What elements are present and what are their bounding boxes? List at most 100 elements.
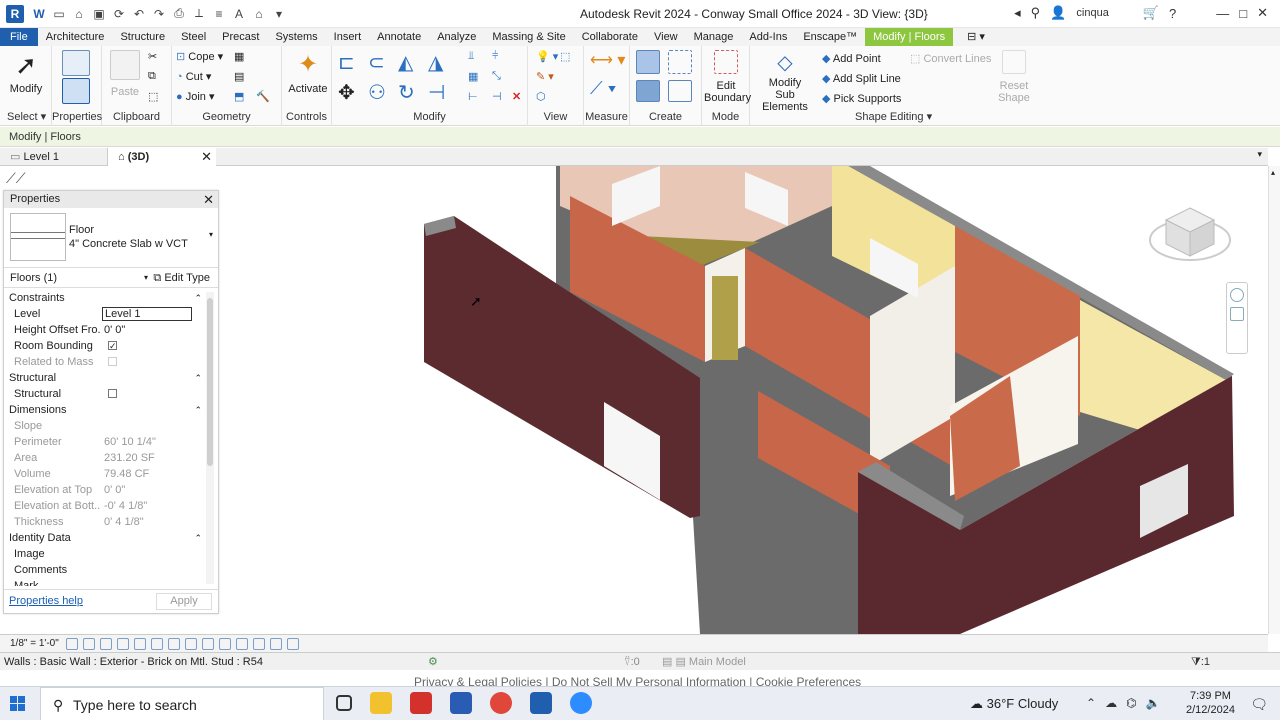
join-button[interactable]: ● Join ▾ — [176, 90, 214, 103]
trim-icon[interactable]: ⊣ — [428, 80, 445, 105]
room-bounding-checkbox[interactable] — [108, 338, 117, 354]
rotate-icon[interactable]: ↻ — [398, 80, 415, 105]
collapse-icon[interactable]: ⌃ — [194, 402, 202, 418]
close-view-icon[interactable]: ✕ — [201, 148, 212, 166]
properties-help-link[interactable]: Properties help — [9, 595, 83, 607]
detail-level-icon[interactable] — [66, 638, 78, 650]
create-parts-icon[interactable] — [668, 50, 692, 77]
workset-icon[interactable]: ⚙ — [428, 653, 438, 671]
add-point-button[interactable]: ◆ Add Point — [822, 52, 881, 65]
tab-massing-site[interactable]: Massing & Site — [484, 28, 573, 46]
type-properties-icon[interactable] — [62, 50, 90, 79]
delete-icon[interactable]: ✕ — [512, 90, 521, 103]
type-selector[interactable]: Floor 4" Concrete Slab w VCT ▾ — [4, 208, 218, 268]
tray-chevron-icon[interactable]: ⌃ — [1086, 696, 1096, 710]
cart-icon[interactable]: 🛒 — [1143, 5, 1159, 21]
tab-collaborate[interactable]: Collaborate — [574, 28, 646, 46]
close-icon[interactable]: ✕ — [1257, 5, 1268, 21]
demolish-icon[interactable]: 🔨 — [256, 90, 270, 103]
revit-logo-icon[interactable]: R — [6, 4, 24, 23]
copy-element-icon[interactable]: ⚇ — [368, 80, 386, 105]
taskbar-search[interactable]: ⚲ Type here to search — [40, 687, 324, 720]
tab-architecture[interactable]: Architecture — [38, 28, 113, 46]
word-app-icon[interactable] — [450, 692, 472, 714]
instance-filter[interactable]: Floors (1) — [10, 272, 57, 284]
collapse-icon[interactable]: ⌃ — [194, 530, 202, 546]
measure-distance-icon[interactable]: ⟷ ▾ — [590, 50, 625, 70]
section-structural[interactable]: Structural ⌃ — [4, 370, 208, 386]
back-icon[interactable]: ◂ — [1014, 5, 1021, 21]
align-icon[interactable]: ⊏ — [338, 50, 355, 75]
crop-view-icon[interactable] — [151, 638, 163, 650]
rendering-icon[interactable] — [134, 638, 146, 650]
paint-icon[interactable]: ⬒ — [234, 90, 244, 103]
split-face-icon[interactable]: ▤ — [234, 70, 244, 83]
viewcube[interactable] — [1148, 200, 1232, 270]
tab-precast[interactable]: Precast — [214, 28, 267, 46]
tab-view[interactable]: View — [646, 28, 686, 46]
zoom-app-icon[interactable] — [570, 692, 592, 714]
vertical-scrollbar[interactable]: ▴ — [1268, 166, 1280, 634]
sun-path-icon[interactable] — [100, 638, 112, 650]
design-options-icon[interactable]: ⍢ — [624, 656, 631, 668]
scroll-thumb[interactable] — [207, 298, 213, 466]
edit-boundary-button[interactable]: Edit Boundary — [704, 50, 751, 104]
height-offset-field[interactable]: 0' 0" — [102, 322, 206, 338]
collapse-icon[interactable]: ⌃ — [194, 370, 202, 386]
properties-icon[interactable] — [62, 78, 90, 107]
apply-button[interactable]: Apply — [156, 593, 212, 610]
user-icon[interactable]: 👤 — [1050, 5, 1066, 21]
tab-annotate[interactable]: Annotate — [369, 28, 429, 46]
file-explorer-icon[interactable] — [370, 692, 392, 714]
unpin-icon[interactable]: ⊣ — [492, 90, 502, 103]
section-constraints[interactable]: Constraints ⌃ — [4, 290, 208, 306]
tab-insert[interactable]: Insert — [326, 28, 370, 46]
constraints-icon[interactable] — [287, 638, 299, 650]
collapse-icon[interactable]: ⌃ — [194, 290, 202, 306]
filter-dropdown-icon[interactable]: ▾ — [144, 268, 148, 288]
worksharing-icon[interactable] — [236, 638, 248, 650]
analytical-model-icon[interactable] — [253, 638, 265, 650]
chrome-icon[interactable] — [490, 692, 512, 714]
split-gap-icon[interactable]: ⫩ — [492, 50, 498, 63]
tab-modify-floors[interactable]: Modify | Floors — [865, 28, 954, 46]
thin-lines-icon[interactable]: ≡ — [212, 7, 226, 21]
highlight-displacement-icon[interactable] — [270, 638, 282, 650]
cope-button[interactable]: ⊡ Cope ▾ — [176, 50, 223, 63]
task-view-icon[interactable] — [336, 695, 352, 711]
revit-app-icon[interactable] — [530, 692, 552, 714]
override-graphics-icon[interactable]: ✎ ▾ — [536, 70, 554, 83]
paste-button[interactable]: Paste — [110, 50, 140, 98]
split-icon[interactable]: ⫫ — [468, 50, 474, 63]
create-similar-icon[interactable] — [668, 80, 692, 105]
active-model[interactable]: ▤ ▤ Main Model — [662, 653, 746, 671]
binoculars-icon[interactable]: ⚲ — [1031, 5, 1041, 21]
properties-scrollbar[interactable] — [206, 292, 214, 584]
volume-icon[interactable]: 🔈 — [1146, 696, 1161, 710]
tab-steel[interactable]: Steel — [173, 28, 214, 46]
section-identity-data[interactable]: Identity Data ⌃ — [4, 530, 208, 546]
close-properties-icon[interactable]: ✕ — [203, 191, 214, 208]
cut-icon[interactable]: ✂ — [148, 50, 157, 63]
acrobat-icon[interactable] — [410, 692, 432, 714]
tab-enscape[interactable]: Enscape™ — [795, 28, 865, 46]
reset-shape-button[interactable]: Reset Shape — [994, 50, 1034, 104]
copy-icon[interactable]: ⧉ — [148, 70, 156, 83]
mirror-axis-icon[interactable]: ◭ — [398, 50, 413, 75]
activate-button[interactable]: ✦ Activate — [288, 50, 328, 95]
view-tabs-dropdown-icon[interactable]: ▾ — [1257, 149, 1262, 160]
properties-header[interactable]: Properties ✕ — [4, 191, 218, 208]
redo-icon[interactable]: ↷ — [152, 7, 166, 21]
mirror-draw-icon[interactable]: ◮ — [428, 50, 443, 75]
move-icon[interactable]: ✥ — [338, 80, 355, 105]
windows-start-icon[interactable] — [10, 696, 26, 712]
open-icon[interactable]: ⌂ — [72, 7, 86, 21]
notifications-icon[interactable]: 🗨 — [1250, 696, 1268, 713]
navigation-bar[interactable] — [1226, 282, 1248, 354]
scale-icon[interactable]: ⤡ — [492, 70, 501, 83]
wall-joins-icon[interactable]: ▦ — [234, 50, 244, 63]
tab-add-ins[interactable]: Add-Ins — [741, 28, 795, 46]
tab-file[interactable]: File — [0, 28, 38, 46]
linework-icon[interactable]: ⬡ — [536, 90, 546, 103]
convert-lines-button[interactable]: ⬚ Convert Lines — [910, 52, 991, 65]
